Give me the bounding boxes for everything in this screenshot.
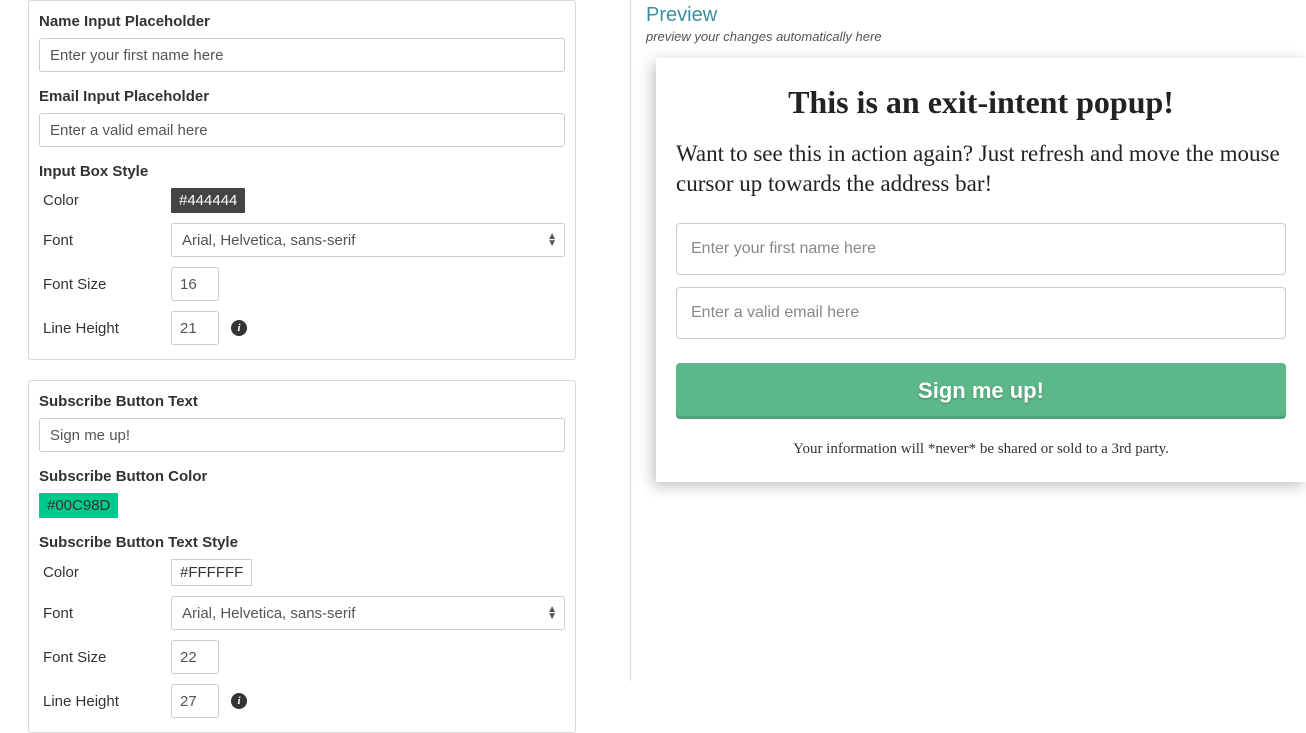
popup-subheading: Want to see this in action again? Just r…	[676, 139, 1286, 199]
input-color-swatch[interactable]: #444444	[171, 188, 245, 213]
input-lineheight-label: Line Height	[39, 320, 171, 337]
popup-name-input[interactable]	[676, 223, 1286, 275]
sub-fontsize-label: Font Size	[39, 649, 171, 666]
input-settings-panel: Name Input Placeholder Email Input Place…	[28, 0, 576, 360]
sub-color-swatch[interactable]: #FFFFFF	[171, 559, 252, 586]
input-fontsize-input[interactable]	[171, 267, 219, 301]
sub-lineheight-input[interactable]	[171, 684, 219, 718]
subscribe-settings-panel: Subscribe Button Text Subscribe Button C…	[28, 380, 576, 733]
sub-font-select[interactable]: Arial, Helvetica, sans-serif	[171, 596, 565, 630]
input-box-style-label: Input Box Style	[39, 163, 565, 180]
subscribe-color-label: Subscribe Button Color	[39, 468, 565, 485]
sub-font-label: Font	[39, 605, 171, 622]
input-font-label: Font	[39, 232, 171, 249]
input-lineheight-input[interactable]	[171, 311, 219, 345]
name-placeholder-input[interactable]	[39, 38, 565, 72]
input-color-label: Color	[39, 192, 171, 209]
subscribe-color-swatch[interactable]: #00C98D	[39, 493, 118, 518]
popup-heading: This is an exit-intent popup!	[676, 84, 1286, 121]
input-fontsize-label: Font Size	[39, 276, 171, 293]
info-icon[interactable]: i	[231, 693, 247, 709]
subscribe-text-label: Subscribe Button Text	[39, 393, 565, 410]
name-placeholder-label: Name Input Placeholder	[39, 13, 565, 30]
subscribe-text-input[interactable]	[39, 418, 565, 452]
popup-subscribe-button[interactable]: Sign me up!	[676, 363, 1286, 419]
popup-disclaimer: Your information will *never* be shared …	[676, 441, 1286, 458]
popup-email-input[interactable]	[676, 287, 1286, 339]
sub-color-label: Color	[39, 564, 171, 581]
preview-title: Preview	[646, 4, 1306, 27]
input-font-select[interactable]: Arial, Helvetica, sans-serif	[171, 223, 565, 257]
email-placeholder-label: Email Input Placeholder	[39, 88, 565, 105]
preview-popup: This is an exit-intent popup! Want to se…	[656, 58, 1306, 482]
info-icon[interactable]: i	[231, 320, 247, 336]
sub-fontsize-input[interactable]	[171, 640, 219, 674]
email-placeholder-input[interactable]	[39, 113, 565, 147]
sub-lineheight-label: Line Height	[39, 693, 171, 710]
subscribe-textstyle-label: Subscribe Button Text Style	[39, 534, 565, 551]
preview-subtitle: preview your changes automatically here	[646, 29, 1306, 44]
